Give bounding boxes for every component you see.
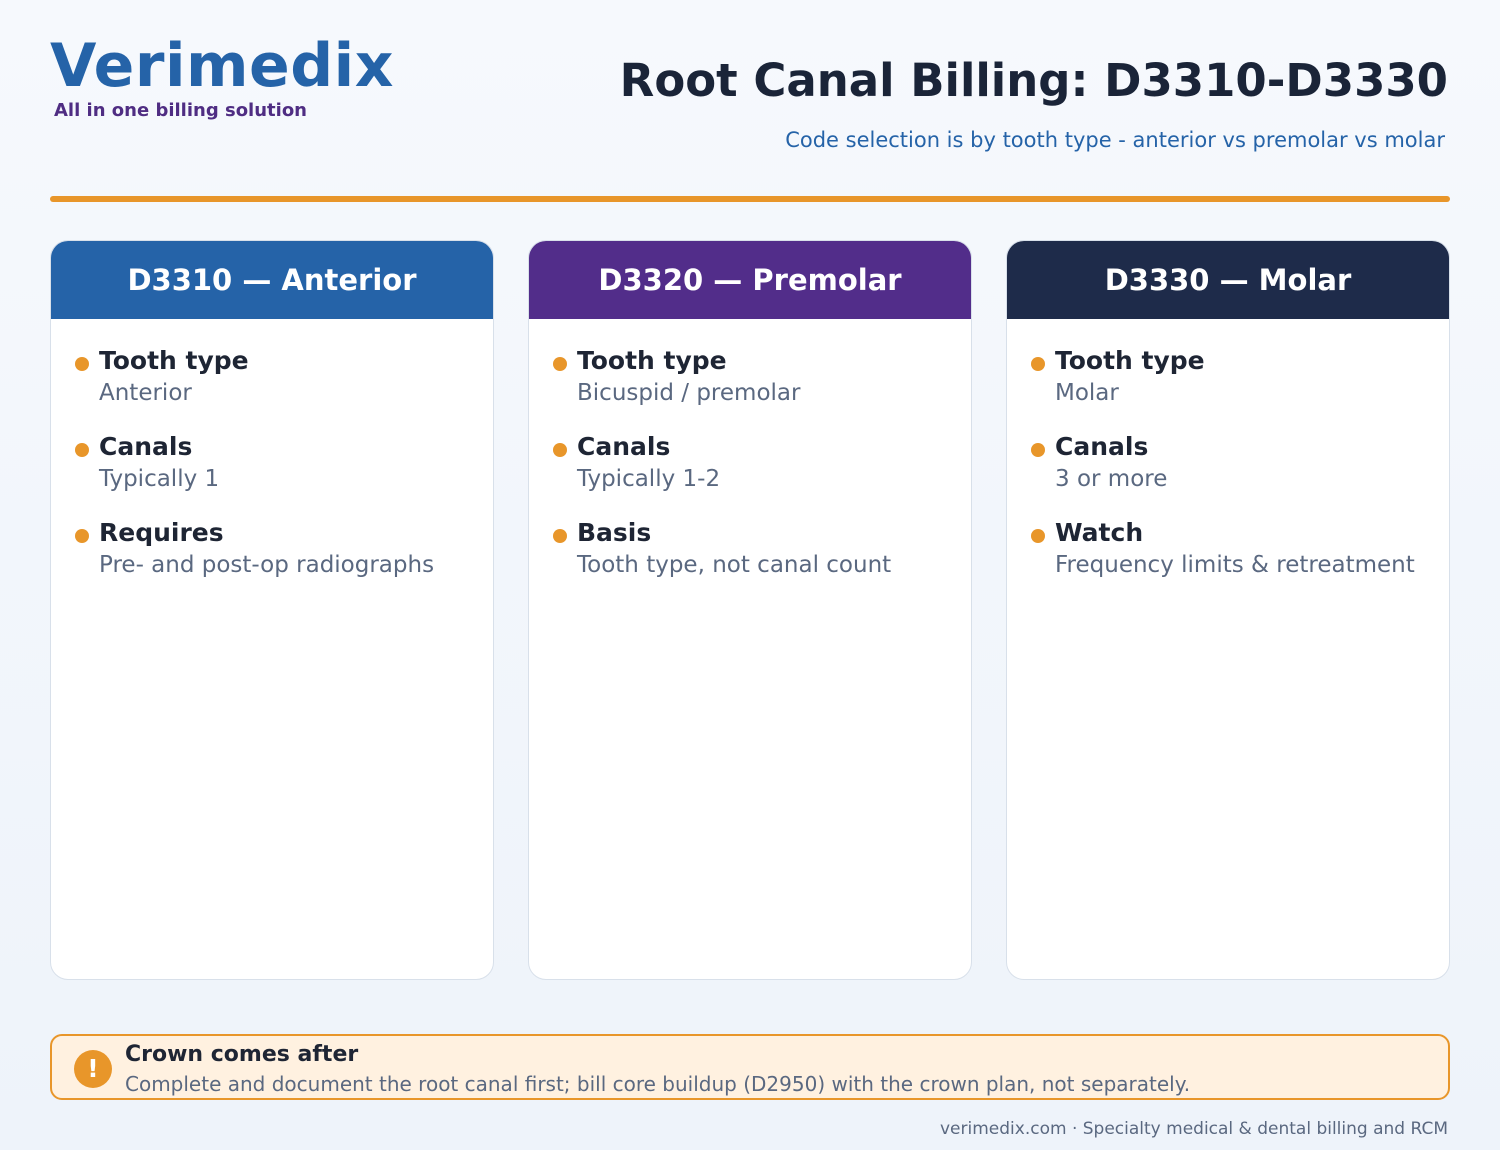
page-title: Root Canal Billing: D3310-D3330 xyxy=(619,54,1448,107)
item-value: Tooth type, not canal count xyxy=(577,552,892,578)
bullet-dot-icon xyxy=(553,443,567,457)
item-label: Canals xyxy=(1055,432,1149,461)
item-label: Watch xyxy=(1055,518,1144,547)
list-item: Requires Pre- and post-op radiographs xyxy=(73,517,493,581)
card-d3310: D3310 — Anterior Tooth type Anterior Can… xyxy=(50,240,494,980)
brand-logo-text: Verimedix xyxy=(50,31,394,101)
bullet-dot-icon xyxy=(75,443,89,457)
footer-text: verimedix.com · Specialty medical & dent… xyxy=(940,1119,1448,1139)
list-item: Tooth type Molar xyxy=(1029,345,1449,409)
item-value: Typically 1 xyxy=(99,466,220,492)
card-body: Tooth type Bicuspid / premolar Canals Ty… xyxy=(529,319,971,581)
item-value: Molar xyxy=(1055,380,1119,406)
brand-tagline: All in one billing solution xyxy=(54,100,307,121)
callout-title: Crown comes after xyxy=(125,1042,359,1067)
callout-note: ! Crown comes after Complete and documen… xyxy=(50,1034,1450,1100)
card-d3320: D3320 — Premolar Tooth type Bicuspid / p… xyxy=(528,240,972,980)
card-header: D3330 — Molar xyxy=(1007,241,1449,319)
item-value: 3 or more xyxy=(1055,466,1168,492)
item-label: Tooth type xyxy=(1055,346,1205,375)
card-header: D3320 — Premolar xyxy=(529,241,971,319)
list-item: Tooth type Anterior xyxy=(73,345,493,409)
callout-text: Complete and document the root canal fir… xyxy=(125,1072,1191,1096)
item-value: Frequency limits & retreatment xyxy=(1055,552,1415,578)
item-value: Anterior xyxy=(99,380,192,406)
card-d3330: D3330 — Molar Tooth type Molar Canals 3 … xyxy=(1006,240,1450,980)
page-subtitle: Code selection is by tooth type - anteri… xyxy=(785,128,1445,152)
bullet-dot-icon xyxy=(75,357,89,371)
bullet-dot-icon xyxy=(75,529,89,543)
item-value: Pre- and post-op radiographs xyxy=(99,552,435,578)
card-body: Tooth type Anterior Canals Typically 1 R… xyxy=(51,319,493,581)
code-cards: D3310 — Anterior Tooth type Anterior Can… xyxy=(50,240,1450,980)
bullet-dot-icon xyxy=(553,529,567,543)
item-label: Canals xyxy=(99,432,193,461)
header-divider xyxy=(50,196,1450,202)
list-item: Canals 3 or more xyxy=(1029,431,1449,495)
bullet-dot-icon xyxy=(1031,443,1045,457)
list-item: Canals Typically 1 xyxy=(73,431,493,495)
bullet-dot-icon xyxy=(553,357,567,371)
brand: Verimedix All in one billing solution xyxy=(50,34,394,121)
card-header: D3310 — Anterior xyxy=(51,241,493,319)
item-label: Tooth type xyxy=(99,346,249,375)
list-item: Tooth type Bicuspid / premolar xyxy=(551,345,971,409)
item-label: Requires xyxy=(99,518,224,547)
item-value: Bicuspid / premolar xyxy=(577,380,801,406)
item-label: Tooth type xyxy=(577,346,727,375)
item-value: Typically 1-2 xyxy=(577,466,721,492)
list-item: Watch Frequency limits & retreatment xyxy=(1029,517,1449,581)
bullet-dot-icon xyxy=(1031,357,1045,371)
list-item: Canals Typically 1-2 xyxy=(551,431,971,495)
bullet-dot-icon xyxy=(1031,529,1045,543)
item-label: Basis xyxy=(577,518,652,547)
list-item: Basis Tooth type, not canal count xyxy=(551,517,971,581)
exclamation-icon: ! xyxy=(74,1050,112,1088)
card-body: Tooth type Molar Canals 3 or more Watch … xyxy=(1007,319,1449,581)
item-label: Canals xyxy=(577,432,671,461)
